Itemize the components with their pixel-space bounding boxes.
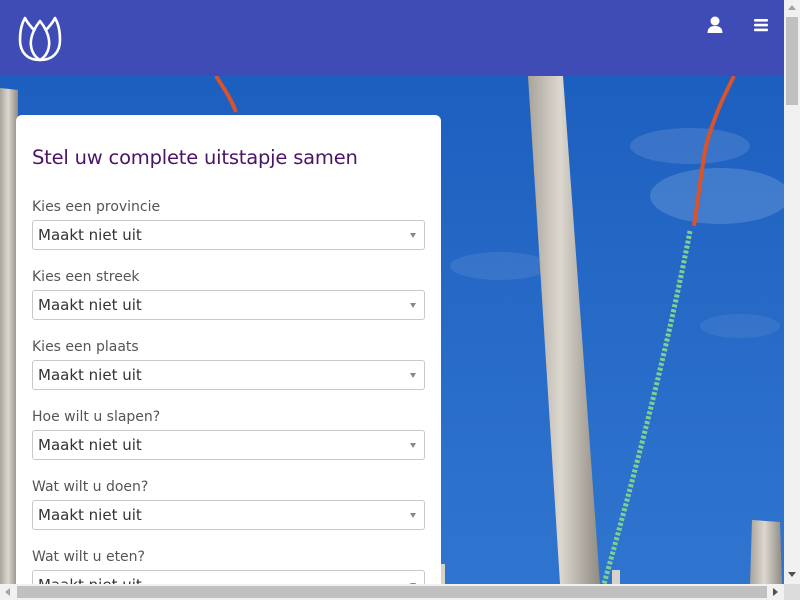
province-label: Kies een provincie bbox=[32, 199, 161, 215]
region-label: Kies een streek bbox=[32, 269, 140, 285]
vertical-scrollbar-thumb[interactable] bbox=[786, 17, 798, 105]
scroll-down-arrow-icon[interactable] bbox=[788, 572, 796, 577]
chevron-down-icon bbox=[410, 233, 416, 238]
scroll-up-arrow-icon[interactable] bbox=[788, 5, 796, 10]
chevron-down-icon bbox=[410, 303, 416, 308]
card-title: Stel uw complete uitstapje samen bbox=[32, 146, 358, 169]
sleep-select-value: Maakt niet uit bbox=[38, 436, 142, 454]
province-select[interactable]: Maakt niet uit bbox=[32, 220, 425, 250]
user-icon[interactable] bbox=[704, 14, 726, 36]
hamburger-menu-icon[interactable] bbox=[750, 14, 772, 36]
scrollbar-corner bbox=[784, 584, 800, 600]
chevron-down-icon bbox=[410, 513, 416, 518]
activity-select-value: Maakt niet uit bbox=[38, 506, 142, 524]
horizontal-scrollbar-thumb[interactable] bbox=[17, 586, 767, 598]
top-navigation-bar bbox=[0, 0, 784, 76]
place-select[interactable]: Maakt niet uit bbox=[32, 360, 425, 390]
sleep-label: Hoe wilt u slapen? bbox=[32, 409, 161, 425]
trip-planner-card: Stel uw complete uitstapje samen Kies ee… bbox=[16, 115, 441, 600]
chevron-down-icon bbox=[410, 443, 416, 448]
tulip-logo-icon[interactable] bbox=[17, 14, 63, 62]
province-select-value: Maakt niet uit bbox=[38, 226, 142, 244]
scroll-left-arrow-icon[interactable] bbox=[5, 588, 10, 596]
place-label: Kies een plaats bbox=[32, 339, 139, 355]
chevron-down-icon bbox=[410, 373, 416, 378]
activity-select[interactable]: Maakt niet uit bbox=[32, 500, 425, 530]
activity-label: Wat wilt u doen? bbox=[32, 479, 149, 495]
food-label: Wat wilt u eten? bbox=[32, 549, 145, 565]
place-select-value: Maakt niet uit bbox=[38, 366, 142, 384]
region-select[interactable]: Maakt niet uit bbox=[32, 290, 425, 320]
sleep-select[interactable]: Maakt niet uit bbox=[32, 430, 425, 460]
scroll-right-arrow-icon[interactable] bbox=[773, 588, 778, 596]
region-select-value: Maakt niet uit bbox=[38, 296, 142, 314]
